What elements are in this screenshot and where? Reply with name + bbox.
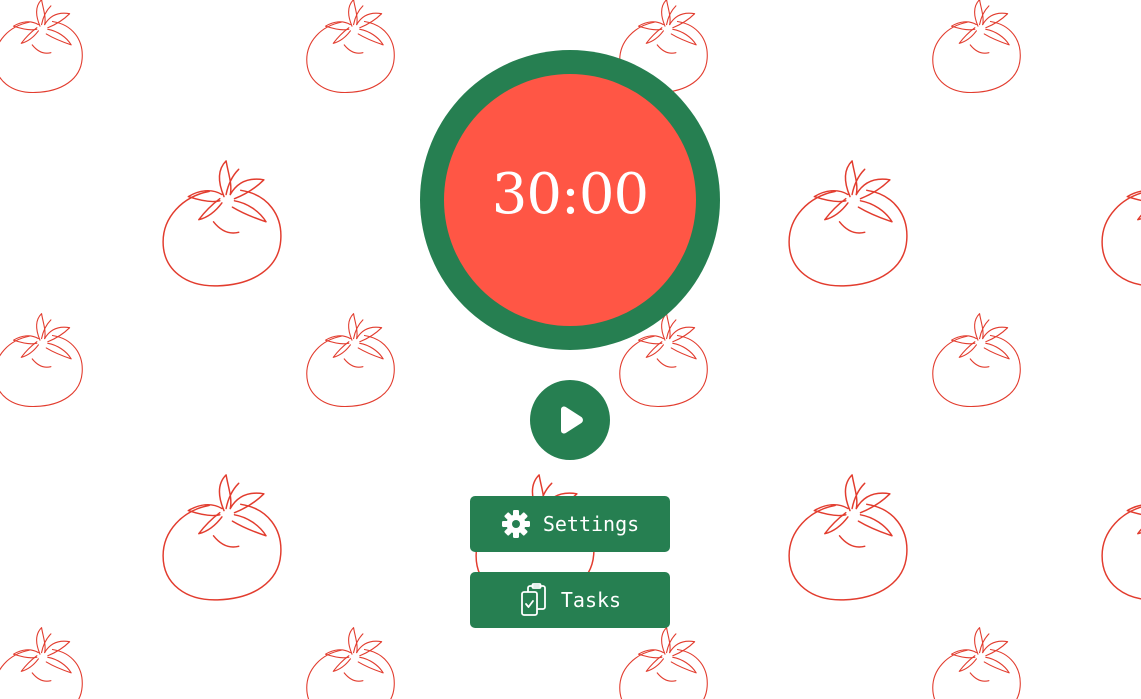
- clipboard-check-icon: [519, 583, 549, 617]
- timer-display: 30:00: [491, 161, 649, 227]
- timer-ring: 30:00: [420, 50, 720, 350]
- settings-button[interactable]: Settings: [470, 496, 670, 552]
- gear-icon: [501, 509, 531, 539]
- play-icon: [561, 406, 583, 434]
- play-button[interactable]: [530, 380, 610, 460]
- settings-button-label: Settings: [542, 512, 640, 536]
- tasks-button-label: Tasks: [560, 588, 622, 612]
- timer-face: 30:00: [444, 74, 696, 326]
- tasks-button[interactable]: Tasks: [470, 572, 670, 628]
- pomodoro-app: 30:00 Settings Tasks: [0, 0, 1141, 699]
